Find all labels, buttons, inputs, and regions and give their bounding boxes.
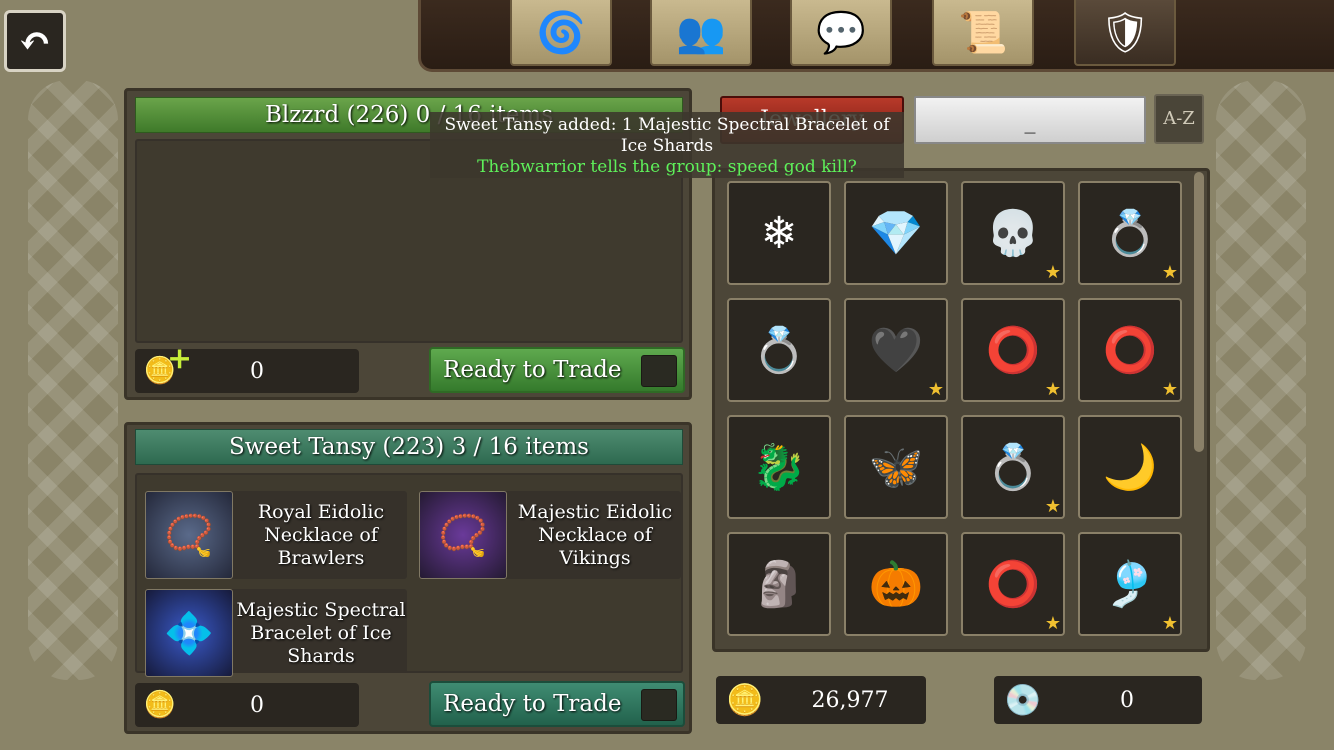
star-icon: ★ bbox=[1161, 379, 1178, 400]
their-gold-offer: 🪙 0 bbox=[135, 683, 359, 727]
inventory-item[interactable]: 🎐 ★ bbox=[1078, 532, 1182, 636]
gold-balance-value: 26,977 bbox=[811, 687, 889, 713]
necklace-icon: 📿 bbox=[145, 491, 233, 579]
quest-scroll-icon: 📜 bbox=[958, 9, 1008, 56]
star-icon: ★ bbox=[1161, 613, 1178, 634]
tab-group[interactable]: 👥 bbox=[650, 0, 752, 66]
inventory-item[interactable]: ❄ bbox=[727, 181, 831, 285]
their-gold-value: 0 bbox=[250, 692, 264, 718]
inventory-item[interactable]: 💎 bbox=[844, 181, 948, 285]
gold-coins-icon: 🪙 bbox=[726, 682, 764, 718]
jewel-icon: 🌙 bbox=[1102, 442, 1158, 493]
gem-balance-value: 0 bbox=[1120, 687, 1134, 713]
my-gold-value: 0 bbox=[250, 358, 264, 384]
jewel-icon: 💍 bbox=[985, 442, 1041, 493]
inventory-item[interactable]: ⭕ ★ bbox=[961, 298, 1065, 402]
star-icon: ★ bbox=[1044, 496, 1061, 517]
group-icon: 👥 bbox=[676, 9, 726, 56]
ready-checkbox[interactable] bbox=[641, 355, 677, 387]
their-trade-title: Sweet Tansy (223) 3 / 16 items bbox=[135, 429, 683, 465]
inventory-scrollbar[interactable] bbox=[1194, 172, 1204, 452]
trade-notification-text: Sweet Tansy added: 1 Majestic Spectral B… bbox=[444, 115, 890, 156]
item-name: Majestic Spectral Bracelet of Ice Shards bbox=[236, 598, 406, 667]
tab-quests[interactable]: 📜 bbox=[932, 0, 1034, 66]
inventory-item[interactable]: 🌙 bbox=[1078, 415, 1182, 519]
gold-balance: 🪙 26,977 bbox=[716, 676, 926, 724]
tab-spiral[interactable]: 🌀 bbox=[510, 0, 612, 66]
inventory-grid: ❄ 💎 💀 ★ 💍 ★ 💍 🖤 ★ ⭕ ★ ⭕ ★ 🐉 🦋 💍 ★ 🌙 🗿 🎃 ⭕ ★ 🎐 ★ bbox=[712, 168, 1210, 652]
my-gold-offer[interactable]: 🪙 + 0 bbox=[135, 341, 359, 393]
star-icon: ★ bbox=[1044, 262, 1061, 283]
chat-icon: 💬 bbox=[816, 9, 866, 56]
my-ready-button[interactable]: Ready to Trade bbox=[429, 347, 685, 393]
jewel-icon: ⭕ bbox=[985, 325, 1041, 376]
inventory-item[interactable]: 🎃 bbox=[844, 532, 948, 636]
their-ready-indicator: Ready to Trade bbox=[429, 681, 685, 727]
group-chat-text: Thebwarrior tells the group: speed god k… bbox=[477, 157, 857, 177]
gold-coins-icon: 🪙 bbox=[143, 690, 177, 720]
star-icon: ★ bbox=[1161, 262, 1178, 283]
chat-notification: Sweet Tansy added: 1 Majestic Spectral B… bbox=[430, 112, 904, 178]
inventory-item[interactable]: 🦋 bbox=[844, 415, 948, 519]
tab-guild[interactable]: 🛡 bbox=[1074, 0, 1176, 66]
ready-label: Ready to Trade bbox=[443, 691, 622, 717]
jewel-icon: ⭕ bbox=[1102, 325, 1158, 376]
add-gold-icon[interactable]: + bbox=[167, 341, 192, 376]
search-input[interactable]: _ bbox=[914, 96, 1146, 144]
guild-shield-icon: 🛡 bbox=[1099, 9, 1151, 56]
inventory-item[interactable]: 💍 ★ bbox=[1078, 181, 1182, 285]
silver-coins-icon: 💿 bbox=[1004, 682, 1042, 718]
jewel-icon: 💎 bbox=[868, 208, 924, 259]
jewel-icon: 💍 bbox=[751, 325, 807, 376]
decor-knot-left bbox=[28, 80, 118, 680]
jewel-icon: 🗿 bbox=[751, 559, 807, 610]
star-icon: ★ bbox=[927, 379, 944, 400]
inventory-item[interactable]: 🖤 ★ bbox=[844, 298, 948, 402]
trade-item[interactable]: 📿 Royal Eidolic Necklace of Brawlers bbox=[145, 491, 407, 579]
jewel-icon: 🎃 bbox=[868, 559, 924, 610]
inventory-item[interactable]: 🐉 bbox=[727, 415, 831, 519]
bracelet-icon: 💠 bbox=[145, 589, 233, 677]
their-trade-panel: Sweet Tansy (223) 3 / 16 items 📿 Royal E… bbox=[124, 422, 692, 734]
jewel-icon: ❄ bbox=[760, 207, 798, 259]
star-icon: ★ bbox=[1044, 613, 1061, 634]
inventory-item[interactable]: 💍 bbox=[727, 298, 831, 402]
jewel-icon: ⭕ bbox=[985, 559, 1041, 610]
inventory-item[interactable]: 🗿 bbox=[727, 532, 831, 636]
trade-item[interactable]: 📿 Majestic Eidolic Necklace of Vikings bbox=[419, 491, 681, 579]
decor-knot-right bbox=[1216, 80, 1306, 680]
item-name: Majestic Eidolic Necklace of Vikings bbox=[517, 500, 673, 569]
item-name: Royal Eidolic Necklace of Brawlers bbox=[257, 500, 385, 569]
jewel-icon: 🐉 bbox=[751, 442, 807, 493]
jewel-icon: 💍 bbox=[1102, 208, 1158, 259]
jewel-icon: 🦋 bbox=[868, 442, 924, 493]
trade-item[interactable]: 💠 Majestic Spectral Bracelet of Ice Shar… bbox=[145, 589, 407, 677]
gem-balance: 💿 0 bbox=[994, 676, 1202, 724]
jewel-icon: 🎐 bbox=[1102, 559, 1158, 610]
ready-checkbox bbox=[641, 689, 677, 721]
inventory-item[interactable]: 💍 ★ bbox=[961, 415, 1065, 519]
inventory-item[interactable]: 💀 ★ bbox=[961, 181, 1065, 285]
jewel-icon: 🖤 bbox=[868, 325, 924, 376]
tab-chat[interactable]: 💬 bbox=[790, 0, 892, 66]
sort-az-button[interactable]: A-Z bbox=[1154, 94, 1204, 144]
jewel-icon: 💀 bbox=[985, 208, 1041, 259]
their-trade-slots: 📿 Royal Eidolic Necklace of Brawlers 📿 M… bbox=[135, 473, 683, 677]
necklace-icon: 📿 bbox=[419, 491, 507, 579]
back-button[interactable]: ↶ bbox=[4, 10, 66, 72]
inventory-item[interactable]: ⭕ ★ bbox=[1078, 298, 1182, 402]
triskelion-icon: 🌀 bbox=[536, 9, 586, 56]
inventory-item[interactable]: ⭕ ★ bbox=[961, 532, 1065, 636]
ready-label: Ready to Trade bbox=[443, 357, 622, 383]
star-icon: ★ bbox=[1044, 379, 1061, 400]
back-arrow-icon: ↶ bbox=[18, 17, 52, 65]
